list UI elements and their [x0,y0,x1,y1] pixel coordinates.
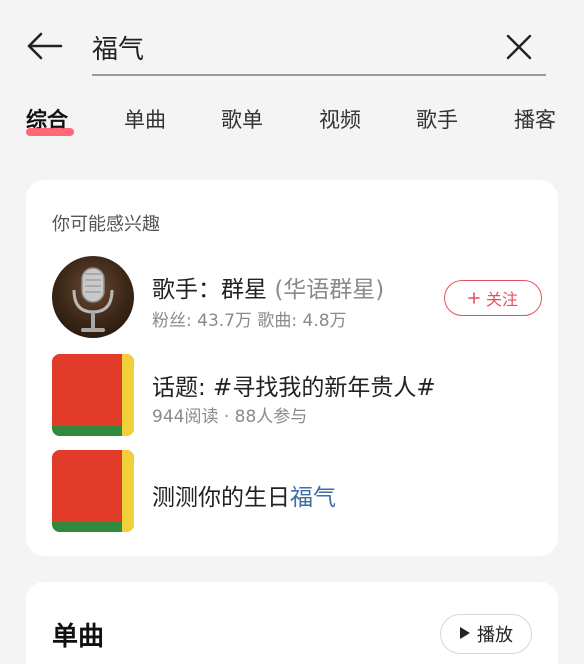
quiz-title[interactable]: 测测你的生日福气 [152,478,336,512]
section-label: 你可能感兴趣 [52,214,160,235]
tab-videos[interactable]: 视频 [319,104,361,134]
interest-card: 你可能感兴趣 歌手：群星 (华语群星) 粉丝: 43.7万 歌曲: 4.8万 关… [26,180,558,556]
songs-card: 单曲 播放 [26,582,558,664]
artist-title[interactable]: 歌手：群星 (华语群星) [152,270,384,304]
quiz-title-highlight: 福气 [290,485,336,511]
follow-label: 关注 [485,290,518,309]
topic-title[interactable]: 话题: #寻找我的新年贵人# [152,368,436,402]
microphone-icon [72,267,114,332]
search-bar [0,0,584,84]
play-icon [459,624,471,645]
back-arrow-icon[interactable] [24,28,64,64]
tab-playlists[interactable]: 歌单 [221,104,263,134]
follow-button[interactable]: 关注 [444,280,542,316]
play-all-button[interactable]: 播放 [440,614,532,654]
cover-art [52,450,134,532]
topic-stats: 944阅读 · 88人参与 [152,407,308,427]
topic-cover-image[interactable] [52,354,134,436]
result-tabs: 综合 单曲 歌单 视频 歌手 播客 [0,96,584,146]
artist-avatar[interactable] [52,256,134,338]
search-field [92,22,546,76]
active-tab-indicator [26,128,74,136]
quiz-title-plain: 测测你的生日 [152,485,290,511]
artist-alias: (华语群星) [274,277,385,303]
cover-art [52,354,134,436]
artist-stats: 粉丝: 43.7万 歌曲: 4.8万 [152,311,347,331]
plus-icon [468,289,480,308]
play-label: 播放 [477,625,513,646]
artist-prefix: 歌手： [152,277,221,303]
tab-podcasts[interactable]: 播客 [514,104,556,134]
artist-name: 群星 [221,277,267,303]
tab-songs[interactable]: 单曲 [124,104,166,134]
search-input[interactable] [92,30,472,64]
quiz-cover-image[interactable] [52,450,134,532]
tab-artists[interactable]: 歌手 [416,104,458,134]
songs-heading: 单曲 [52,622,105,652]
close-icon[interactable] [502,30,536,64]
